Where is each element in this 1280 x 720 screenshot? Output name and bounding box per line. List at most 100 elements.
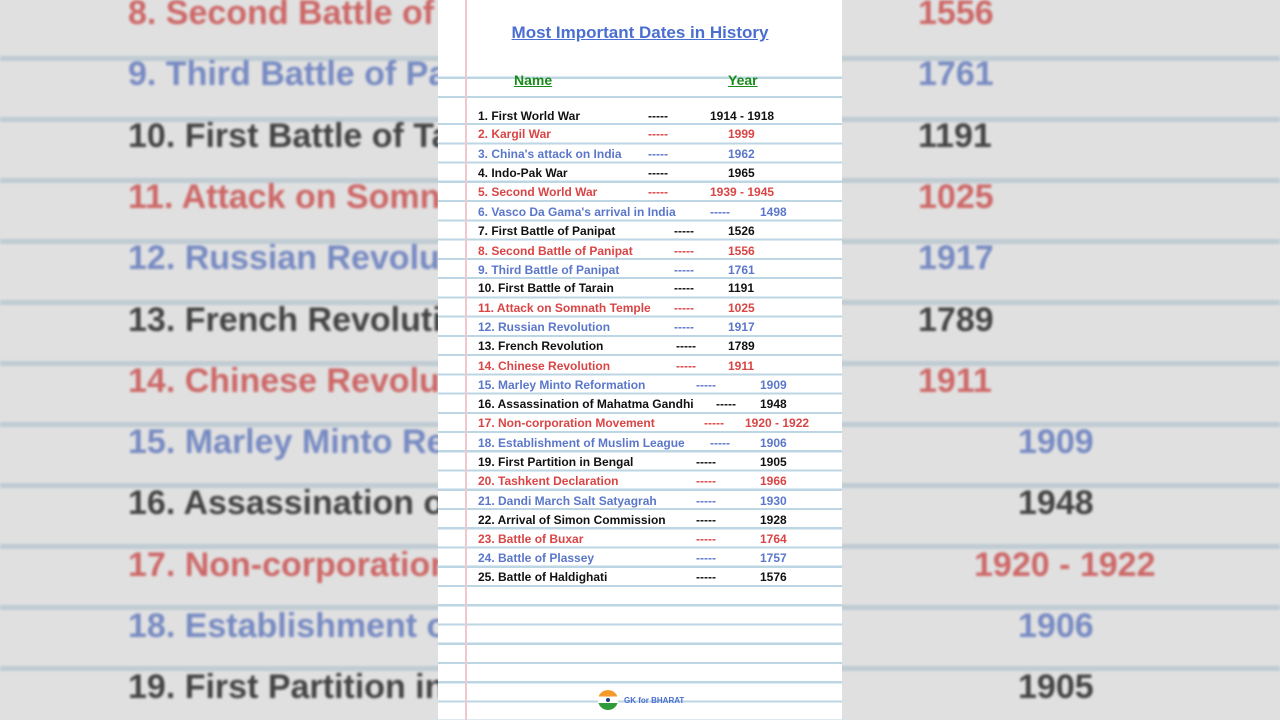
list-item: 13. French Revolution ----- 1789 [438,339,842,355]
event-name: 7. First Battle of Panipat [478,224,616,238]
list-item: 17. Non-corporation Movement ----- 1920 … [438,416,842,432]
event-name: 5. Second World War [478,185,598,199]
list-item: 15. Marley Minto Reformation ----- 1909 [438,378,842,394]
list-item: 1. First World War ----- 1914 - 1918 [438,109,842,125]
event-name: 2. Kargil War [478,127,551,141]
dash-separator: ----- [674,320,694,334]
event-year: 1789 [728,339,755,353]
list-item: 7. First Battle of Panipat ----- 1526 [438,224,842,240]
event-year: 1962 [728,147,755,161]
dash-separator: ----- [648,109,668,123]
event-year: 1909 [760,378,787,392]
event-name: 8. Second Battle of Panipat [478,244,633,258]
list-item: 5. Second World War ----- 1939 - 1945 [438,185,842,201]
event-name: 14. Chinese Revolution [478,359,611,373]
dash-separator: ----- [696,513,716,527]
event-year: 1911 [728,359,755,373]
list-item: 19. First Partition in Bengal ----- 1905 [438,455,842,471]
event-year: 1917 [728,320,755,334]
event-name: 11. Attack on Somnath Temple [478,301,651,315]
list-item: 8. Second Battle of Panipat ----- 1556 [438,244,842,260]
event-name: 6. Vasco Da Gama's arrival in India [478,205,676,219]
event-year: 1914 - 1918 [710,109,775,123]
event-year: 1906 [760,436,787,450]
event-year: 1928 [760,513,787,527]
event-name: 20. Tashkent Declaration [478,474,619,488]
event-year: 1905 [760,455,787,469]
dash-separator: ----- [696,474,716,488]
dash-separator: ----- [674,301,694,315]
event-year: 1526 [728,224,755,238]
list-item: 11. Attack on Somnath Temple ----- 1025 [438,301,842,317]
event-year: 1948 [760,397,787,411]
dash-separator: ----- [674,224,694,238]
list-item: 3. China's attack on India ----- 1962 [438,147,842,163]
event-year: 1930 [760,494,787,508]
dash-separator: ----- [676,339,696,353]
event-name: 1. First World War [478,109,581,123]
dash-separator: ----- [716,397,736,411]
name-column-header: Name [514,72,553,88]
event-name: 21. Dandi March Salt Satyagrah [478,494,657,508]
event-name: 10. First Battle of Tarain [478,281,614,295]
list-item: 22. Arrival of Simon Commission ----- 19… [438,513,842,529]
list-item: 9. Third Battle of Panipat ----- 1761 [438,263,842,279]
event-year: 1498 [760,205,787,219]
dash-separator: ----- [674,281,694,295]
dash-separator: ----- [674,244,694,258]
event-name: 19. First Partition in Bengal [478,455,634,469]
brand-label: GK for BHARAT [624,695,685,705]
dash-separator: ----- [696,532,716,546]
footer-brand: GK for BHARAT [598,690,684,710]
event-name: 18. Establishment of Muslim League [478,436,685,450]
event-name: 23. Battle of Buxar [478,532,584,546]
list-item: 18. Establishment of Muslim League -----… [438,436,842,452]
history-dates-card: Most Important Dates in History Name Yea… [438,0,842,720]
event-name: 25. Battle of Haldighati [478,570,608,584]
event-name: 12. Russian Revolution [478,320,611,334]
dash-separator: ----- [704,416,724,430]
event-year: 1764 [760,532,787,546]
list-item: 24. Battle of Plassey ----- 1757 [438,551,842,567]
dash-separator: ----- [710,436,730,450]
list-item: 4. Indo-Pak War ----- 1965 [438,166,842,182]
event-name: 22. Arrival of Simon Commission [478,513,666,527]
event-year: 1965 [728,166,755,180]
event-name: 9. Third Battle of Panipat [478,263,620,277]
list-item: 10. First Battle of Tarain ----- 1191 [438,281,842,297]
event-name: 3. China's attack on India [478,147,622,161]
dash-separator: ----- [696,455,716,469]
event-year: 1757 [760,551,787,565]
page-title: Most Important Dates in History [511,23,769,42]
dash-separator: ----- [648,185,668,199]
list-item: 21. Dandi March Salt Satyagrah ----- 193… [438,494,842,510]
event-name: 17. Non-corporation Movement [478,416,655,430]
event-year: 1025 [728,301,755,315]
list-item: 20. Tashkent Declaration ----- 1966 [438,474,842,490]
dash-separator: ----- [648,166,668,180]
dash-separator: ----- [696,570,716,584]
event-year: 1761 [728,263,755,277]
list-item: 14. Chinese Revolution ----- 1911 [438,359,842,375]
event-name: 13. French Revolution [478,339,604,353]
event-year: 1966 [760,474,787,488]
dash-separator: ----- [648,147,668,161]
event-year: 1556 [728,244,755,258]
event-year: 1191 [728,281,755,295]
event-name: 24. Battle of Plassey [478,551,595,565]
list-item: 23. Battle of Buxar ----- 1764 [438,532,842,548]
dash-separator: ----- [696,494,716,508]
event-name: 4. Indo-Pak War [478,166,568,180]
event-year: 1939 - 1945 [710,185,775,199]
event-name: 15. Marley Minto Reformation [478,378,646,392]
list-item: 25. Battle of Haldighati ----- 1576 [438,570,842,586]
dash-separator: ----- [676,359,696,373]
year-column-header: Year [728,72,758,88]
dash-separator: ----- [710,205,730,219]
event-year: 1999 [728,127,755,141]
india-flag-icon [598,690,618,710]
dash-separator: ----- [696,378,716,392]
dash-separator: ----- [674,263,694,277]
dash-separator: ----- [648,127,668,141]
event-year: 1920 - 1922 [745,416,810,430]
